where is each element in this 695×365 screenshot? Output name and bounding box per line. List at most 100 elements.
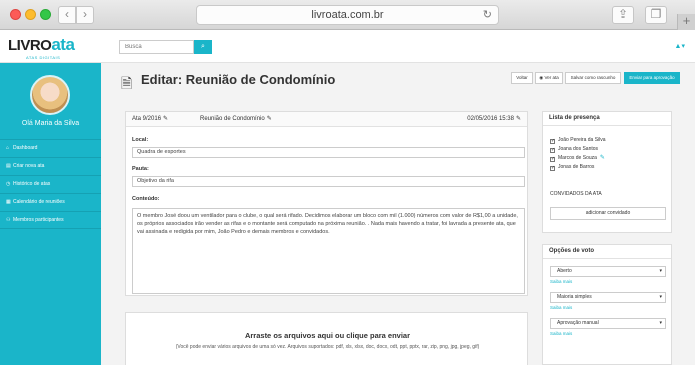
pencil-icon: ✎ — [266, 116, 272, 122]
pencil-icon: ✎ — [515, 116, 521, 122]
logo-tagline: ATAS DIGITAIS — [26, 55, 61, 60]
approval-select[interactable]: Aprovação manual ▾ — [550, 318, 666, 329]
ata-form-panel: Ata 9/2016 ✎ Reunião de Condomínio ✎ 02/05… — [125, 111, 528, 296]
tabs-icon: ❐ — [650, 7, 662, 21]
history-icon: ◷ — [6, 181, 11, 187]
checkbox[interactable]: ✓ — [550, 166, 555, 171]
edit-icon[interactable]: ✎ — [600, 155, 605, 161]
url-text: livroata.com.br — [311, 9, 384, 21]
voting-type-select[interactable]: Aberto ▾ — [550, 266, 666, 277]
dashboard-icon: ⌂ — [6, 145, 10, 151]
greeting-text: Olá — [21, 120, 33, 127]
member-name: Marcos de Souza — [558, 155, 597, 161]
new-document-icon: ▤ — [6, 163, 11, 169]
sidebar-item-new-ata[interactable]: ▤ Criar nova ata — [0, 157, 101, 175]
checkbox[interactable]: ✓ — [550, 139, 555, 144]
sidebar-item-label: Criar nova ata — [13, 163, 45, 169]
member-name: João Pereira da Silva — [558, 137, 606, 143]
caret-down-icon: ▾ — [659, 320, 662, 326]
voting-title: Opções de voto — [543, 245, 671, 259]
presence-title: Lista de presença — [543, 112, 671, 126]
user-name: Maria da Silva — [34, 120, 80, 127]
sidebar-item-label: Calendário de reuniões — [13, 199, 65, 205]
file-dropzone[interactable]: Arraste os arquivos aqui ou clique para … — [125, 312, 528, 365]
save-draft-button[interactable]: Salvar como rascunho — [565, 72, 621, 84]
search-input[interactable] — [119, 40, 194, 54]
list-item[interactable]: ✓ João Pereira da Silva — [550, 136, 606, 145]
ata-number-text: Ata 9/2016 — [132, 116, 162, 122]
select-value: Aprovação manual — [557, 320, 599, 326]
caret-down-icon: ▾ — [659, 294, 662, 300]
learn-more-link[interactable]: Saiba mais — [550, 279, 572, 284]
ata-subject[interactable]: Reunião de Condomínio ✎ — [200, 112, 272, 126]
sidebar-item-calendar[interactable]: ▦ Calendário de reuniões — [0, 193, 101, 211]
learn-more-link[interactable]: Saiba mais — [550, 331, 572, 336]
guests-label: CONVIDADOS DA ATA — [550, 191, 602, 197]
list-item[interactable]: ✓ Marcos de Souza ✎ — [550, 154, 606, 163]
submit-approval-button[interactable]: Enviar para aprovação — [624, 72, 680, 84]
forward-button[interactable]: › — [76, 6, 94, 24]
sidebar: Olá Maria da Silva ⌂ Dashboard ▤ Criar nov… — [0, 63, 101, 365]
minimize-window-button[interactable] — [25, 9, 36, 20]
dropzone-subtitle: (Você pode enviar vários arquivos de uma… — [175, 344, 480, 350]
browser-toolbar: ‹ › livroata.com.br ↻ ⇪ ❐ + — [0, 0, 695, 365]
conteudo-label: Conteúdo: — [132, 196, 160, 202]
logo-prefix: LIVRO — [8, 37, 52, 54]
reload-icon[interactable]: ↻ — [483, 6, 492, 24]
user-greeting: Olá Maria da Silva — [0, 120, 101, 127]
app-header: LIVROata ATAS DIGITAIS ⌕ ▲▾ — [0, 30, 695, 63]
sidebar-item-dashboard[interactable]: ⌂ Dashboard — [0, 139, 101, 157]
presence-panel: Lista de presença ✓ João Pereira da Silva… — [542, 111, 672, 233]
pauta-label: Pauta: — [132, 166, 149, 172]
sidebar-menu: ⌂ Dashboard ▤ Criar nova ata ◷ Histórico de… — [0, 139, 101, 229]
page-title: Editar: Reunião de Condomínio — [141, 72, 336, 87]
list-item[interactable]: ✓ Jonas de Barros — [550, 163, 606, 172]
ata-subject-text: Reunião de Condomínio — [200, 116, 265, 122]
tabs-overview-button[interactable]: ❐ — [645, 6, 667, 24]
sidebar-item-members[interactable]: ⚇ Membros participantes — [0, 211, 101, 229]
member-name: Joana dos Santos — [558, 146, 599, 152]
conteudo-textarea[interactable]: O membro José doou um ventilador para o … — [132, 208, 525, 294]
learn-more-link[interactable]: Saiba mais — [550, 305, 572, 310]
back-button[interactable]: ‹ — [58, 6, 76, 24]
sidebar-item-label: Histórico de atas — [13, 181, 51, 187]
user-menu-dropdown[interactable]: ▲▾ — [675, 42, 685, 50]
address-bar[interactable]: livroata.com.br ↻ — [196, 5, 499, 25]
checkbox[interactable]: ✓ — [550, 148, 555, 153]
members-icon: ⚇ — [6, 217, 11, 223]
view-ata-button[interactable]: ◉ Ver ata — [535, 72, 563, 84]
avatar — [30, 75, 70, 115]
select-value: Aberto — [557, 268, 572, 274]
voting-panel: Opções de voto Aberto ▾ Saiba mais Maiori… — [542, 244, 672, 365]
sidebar-item-label: Membros participantes — [13, 217, 64, 223]
search-button[interactable]: ⌕ — [194, 40, 212, 54]
new-tab-button[interactable]: + — [677, 14, 695, 30]
list-item[interactable]: ✓ Joana dos Santos — [550, 145, 606, 154]
majority-select[interactable]: Maioria simples ▾ — [550, 292, 666, 303]
member-name: Jonas de Barros — [558, 164, 595, 170]
logo[interactable]: LIVROata — [8, 35, 75, 55]
maximize-window-button[interactable] — [40, 9, 51, 20]
presence-list: ✓ João Pereira da Silva ✓ Joana dos Santos… — [550, 136, 606, 172]
share-icon: ⇪ — [617, 7, 629, 21]
local-label: Local: — [132, 137, 149, 143]
logo-suffix: ata — [51, 35, 75, 54]
select-value: Maioria simples — [557, 294, 592, 300]
share-button[interactable]: ⇪ — [612, 6, 634, 24]
main-content: 🗎 Editar: Reunião de Condomínio Voltar ◉… — [101, 63, 695, 365]
close-window-button[interactable] — [10, 9, 21, 20]
calendar-icon: ▦ — [6, 199, 11, 205]
search-icon: ⌕ — [201, 43, 205, 50]
ata-datetime[interactable]: 02/05/2016 15:38 ✎ — [467, 112, 521, 126]
local-field[interactable]: Quadra de esportes — [132, 147, 525, 158]
add-guest-button[interactable]: adicionar convidado — [550, 207, 666, 220]
pencil-icon: ✎ — [163, 116, 169, 122]
checkbox[interactable]: ✓ — [550, 157, 555, 162]
ata-number[interactable]: Ata 9/2016 ✎ — [132, 112, 168, 126]
caret-down-icon: ▾ — [659, 268, 662, 274]
back-to-list-button[interactable]: Voltar — [511, 72, 533, 84]
view-ata-label: Ver ata — [544, 75, 559, 80]
sidebar-item-history[interactable]: ◷ Histórico de atas — [0, 175, 101, 193]
pauta-field[interactable]: Objetivo da rifa — [132, 176, 525, 187]
dropzone-title: Arraste os arquivos aqui ou clique para … — [244, 331, 411, 340]
